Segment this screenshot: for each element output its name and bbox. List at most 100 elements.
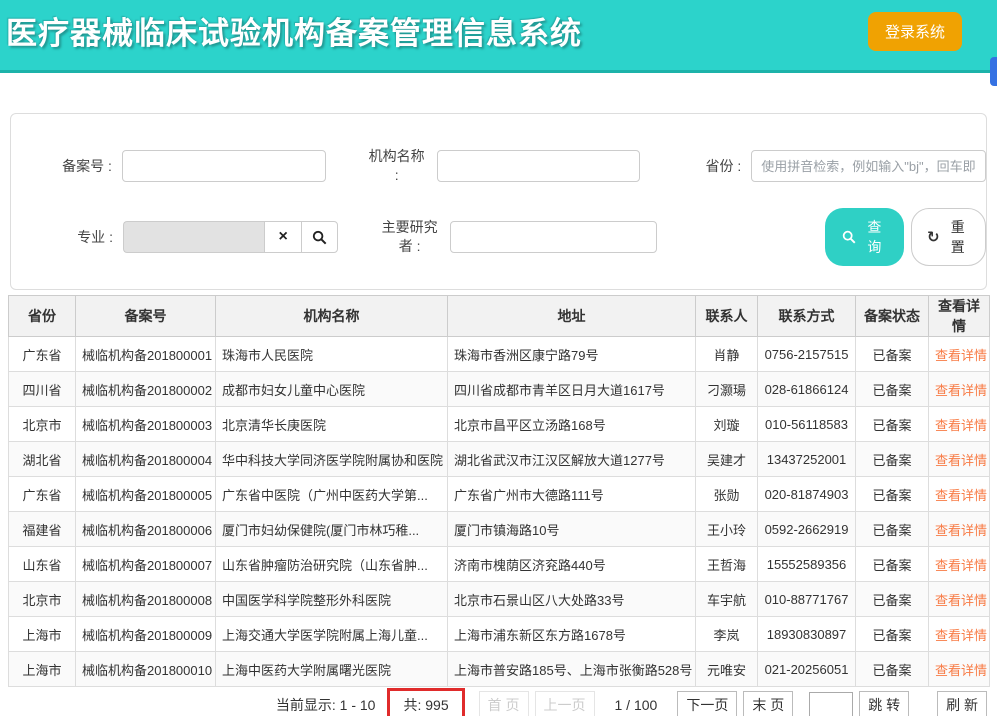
cell-detail: 查看详情 xyxy=(929,512,990,547)
cell-contact: 李岚 xyxy=(696,617,758,652)
cell-province: 北京市 xyxy=(9,582,76,617)
results-table: 省份 备案号 机构名称 地址 联系人 联系方式 备案状态 查看详情 广东省械临机… xyxy=(8,295,990,687)
jump-page-input[interactable] xyxy=(809,692,853,716)
cell-address: 济南市槐荫区济兖路440号 xyxy=(448,547,696,582)
view-detail-link[interactable]: 查看详情 xyxy=(935,663,987,678)
cell-address: 北京市昌平区立汤路168号 xyxy=(448,407,696,442)
jump-button[interactable]: 跳 转 xyxy=(859,691,909,716)
cell-institution: 广东省中医院（广州中医药大学第... xyxy=(216,477,448,512)
col-province: 省份 xyxy=(9,296,76,337)
view-detail-link[interactable]: 查看详情 xyxy=(935,348,987,363)
cell-institution: 北京清华长庚医院 xyxy=(216,407,448,442)
cell-phone: 021-20256051 xyxy=(758,652,856,687)
province-label: 省份 : xyxy=(675,157,741,176)
province-input[interactable] xyxy=(751,150,986,182)
cell-institution: 成都市妇女儿童中心医院 xyxy=(216,372,448,407)
specialty-group: × xyxy=(123,221,338,253)
col-filing-no: 备案号 xyxy=(76,296,216,337)
specialty-search-button[interactable] xyxy=(301,221,338,253)
search-icon xyxy=(312,230,327,245)
col-status: 备案状态 xyxy=(856,296,929,337)
cell-detail: 查看详情 xyxy=(929,617,990,652)
institution-name-input[interactable] xyxy=(437,150,641,182)
cell-status: 已备案 xyxy=(856,372,929,407)
view-detail-link[interactable]: 查看详情 xyxy=(935,558,987,573)
reset-button[interactable]: ↻ 重置 xyxy=(911,208,986,266)
side-float-widget[interactable] xyxy=(990,57,997,86)
cell-filing-no: 械临机构备201800006 xyxy=(76,512,216,547)
last-page-button[interactable]: 末 页 xyxy=(743,691,793,716)
app-header: 医疗器械临床试验机构备案管理信息系统 登录系统 xyxy=(0,0,997,73)
researcher-input[interactable] xyxy=(450,221,657,253)
cell-status: 已备案 xyxy=(856,547,929,582)
cell-status: 已备案 xyxy=(856,477,929,512)
refresh-button[interactable]: 刷 新 xyxy=(937,691,987,716)
first-page-button[interactable]: 首 页 xyxy=(479,691,529,716)
cell-detail: 查看详情 xyxy=(929,442,990,477)
cell-detail: 查看详情 xyxy=(929,477,990,512)
login-button[interactable]: 登录系统 xyxy=(868,12,962,51)
cell-status: 已备案 xyxy=(856,407,929,442)
cell-contact: 王哲海 xyxy=(696,547,758,582)
cell-address: 湖北省武汉市江汉区解放大道1277号 xyxy=(448,442,696,477)
cell-address: 上海市浦东新区东方路1678号 xyxy=(448,617,696,652)
search-icon xyxy=(842,230,856,245)
table-row: 广东省械临机构备201800001珠海市人民医院珠海市香洲区康宁路79号肖静07… xyxy=(9,337,990,372)
cell-contact: 刁灏瑒 xyxy=(696,372,758,407)
cell-status: 已备案 xyxy=(856,442,929,477)
table-row: 北京市械临机构备201800008中国医学科学院整形外科医院北京市石景山区八大处… xyxy=(9,582,990,617)
researcher-label: 主要研究者 : xyxy=(379,218,440,256)
cell-filing-no: 械临机构备201800004 xyxy=(76,442,216,477)
table-body: 广东省械临机构备201800001珠海市人民医院珠海市香洲区康宁路79号肖静07… xyxy=(9,337,990,687)
cell-institution: 上海交通大学医学院附属上海儿童... xyxy=(216,617,448,652)
query-button[interactable]: 查询 xyxy=(825,208,904,266)
cell-detail: 查看详情 xyxy=(929,407,990,442)
cell-institution: 中国医学科学院整形外科医院 xyxy=(216,582,448,617)
cell-institution: 厦门市妇幼保健院(厦门市林巧稚... xyxy=(216,512,448,547)
prev-page-button[interactable]: 上一页 xyxy=(535,691,595,716)
pagination-bar: 当前显示: 1 - 10 共: 995 首 页 上一页 1 / 100 下一页 … xyxy=(8,687,989,716)
cell-filing-no: 械临机构备201800009 xyxy=(76,617,216,652)
view-detail-link[interactable]: 查看详情 xyxy=(935,453,987,468)
view-detail-link[interactable]: 查看详情 xyxy=(935,523,987,538)
page-title: 医疗器械临床试验机构备案管理信息系统 xyxy=(6,8,582,53)
view-detail-link[interactable]: 查看详情 xyxy=(935,418,987,433)
filing-no-label: 备案号 : xyxy=(46,157,112,176)
table-row: 北京市械临机构备201800003北京清华长庚医院北京市昌平区立汤路168号刘璇… xyxy=(9,407,990,442)
view-detail-link[interactable]: 查看详情 xyxy=(935,593,987,608)
cell-province: 湖北省 xyxy=(9,442,76,477)
cell-contact: 元唯安 xyxy=(696,652,758,687)
cell-status: 已备案 xyxy=(856,512,929,547)
cell-phone: 0756-2157515 xyxy=(758,337,856,372)
cell-detail: 查看详情 xyxy=(929,547,990,582)
specialty-input[interactable] xyxy=(123,221,264,253)
cell-address: 珠海市香洲区康宁路79号 xyxy=(448,337,696,372)
view-detail-link[interactable]: 查看详情 xyxy=(935,383,987,398)
refresh-icon: ↻ xyxy=(927,228,940,246)
cell-phone: 0592-2662919 xyxy=(758,512,856,547)
col-institution: 机构名称 xyxy=(216,296,448,337)
page-indicator: 1 / 100 xyxy=(615,697,658,713)
table-row: 山东省械临机构备201800007山东省肿瘤防治研究院（山东省肿...济南市槐荫… xyxy=(9,547,990,582)
cell-detail: 查看详情 xyxy=(929,652,990,687)
cell-phone: 028-61866124 xyxy=(758,372,856,407)
clear-x-icon: × xyxy=(279,228,288,246)
specialty-clear-button[interactable]: × xyxy=(264,221,301,253)
cell-phone: 18930830897 xyxy=(758,617,856,652)
cell-address: 广东省广州市大德路111号 xyxy=(448,477,696,512)
cell-phone: 010-56118583 xyxy=(758,407,856,442)
next-page-button[interactable]: 下一页 xyxy=(677,691,737,716)
view-detail-link[interactable]: 查看详情 xyxy=(935,488,987,503)
institution-name-label: 机构名称 : xyxy=(367,147,427,185)
cell-status: 已备案 xyxy=(856,337,929,372)
filing-no-input[interactable] xyxy=(122,150,326,182)
view-detail-link[interactable]: 查看详情 xyxy=(935,628,987,643)
cell-contact: 张勋 xyxy=(696,477,758,512)
col-detail: 查看详情 xyxy=(929,296,990,337)
cell-province: 上海市 xyxy=(9,617,76,652)
cell-filing-no: 械临机构备201800010 xyxy=(76,652,216,687)
reset-button-label: 重置 xyxy=(946,217,970,257)
cell-address: 厦门市镇海路10号 xyxy=(448,512,696,547)
cell-filing-no: 械临机构备201800003 xyxy=(76,407,216,442)
cell-detail: 查看详情 xyxy=(929,337,990,372)
